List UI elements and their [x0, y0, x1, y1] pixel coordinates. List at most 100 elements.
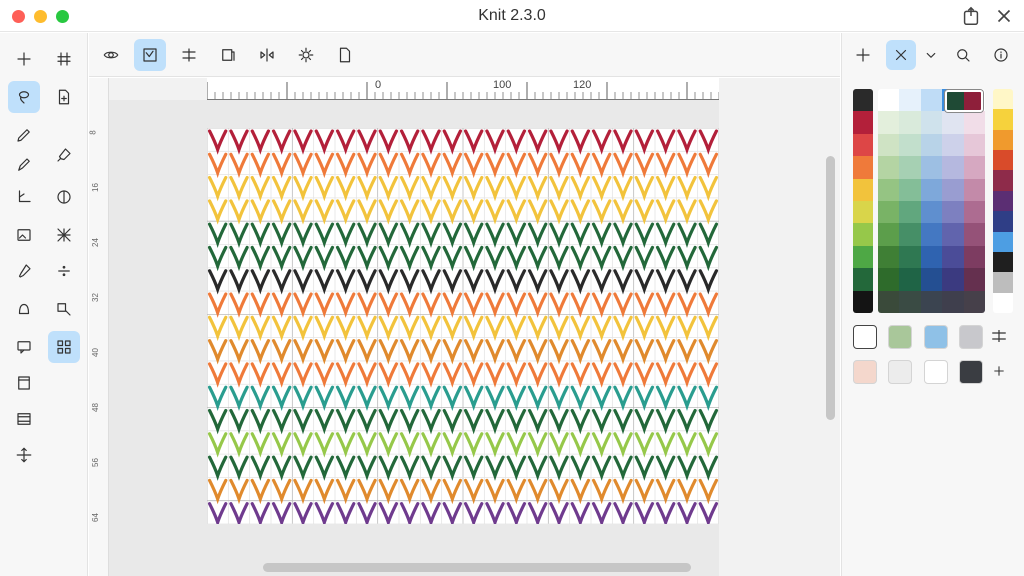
color-cell[interactable] [920, 133, 943, 157]
color-cell[interactable] [878, 111, 900, 134]
color-cell[interactable] [920, 156, 943, 179]
color-chip[interactable] [993, 251, 1013, 273]
color-cell[interactable] [920, 111, 943, 134]
divide-tool[interactable] [48, 255, 80, 287]
color-cell[interactable] [920, 268, 943, 291]
color-chip[interactable] [853, 200, 873, 224]
color-chip[interactable] [993, 190, 1013, 212]
color-cell[interactable] [920, 223, 943, 246]
color-cell[interactable] [920, 245, 943, 269]
color-chip[interactable] [853, 156, 873, 179]
color-cell[interactable] [899, 133, 921, 157]
color-swatch[interactable] [924, 360, 948, 384]
color-cell[interactable] [899, 89, 921, 112]
close-icon[interactable] [993, 5, 1015, 27]
color-cell[interactable] [920, 290, 943, 313]
eye-button[interactable] [95, 39, 127, 71]
color-cell[interactable] [878, 268, 900, 291]
color-cell[interactable] [878, 133, 900, 157]
color-cell[interactable] [878, 245, 900, 269]
move-arrows-tool[interactable] [8, 439, 40, 471]
color-cell[interactable] [963, 133, 985, 157]
color-swatch[interactable] [924, 325, 948, 349]
color-cell[interactable] [963, 245, 985, 269]
color-cell[interactable] [942, 178, 964, 201]
color-chip[interactable] [853, 223, 873, 246]
color-cell[interactable] [920, 200, 943, 224]
color-chip[interactable] [993, 129, 1013, 151]
angle-tool[interactable] [8, 181, 40, 213]
color-chip[interactable] [993, 109, 1013, 130]
contrast-tool[interactable] [48, 181, 80, 213]
color-cell[interactable] [899, 223, 921, 246]
lasso-tool[interactable] [8, 81, 40, 113]
color-chip[interactable] [853, 268, 873, 291]
color-cell[interactable] [920, 89, 943, 112]
color-chip[interactable] [853, 290, 873, 313]
dropper-tool[interactable] [8, 255, 40, 287]
color-cell[interactable] [942, 133, 964, 157]
color-chip[interactable] [993, 231, 1013, 252]
color-chip[interactable] [993, 292, 1013, 313]
chart-view-button[interactable] [134, 39, 166, 71]
color-chip[interactable] [853, 245, 873, 269]
color-chip[interactable] [993, 272, 1013, 293]
document-button[interactable] [329, 39, 361, 71]
brush-tool[interactable] [48, 139, 80, 171]
color-swatch[interactable] [959, 360, 983, 384]
color-swatch[interactable] [853, 325, 877, 349]
stitch-grid[interactable] [206, 127, 720, 528]
color-cell[interactable] [963, 200, 985, 224]
color-chip[interactable] [993, 89, 1013, 110]
info-button[interactable] [986, 40, 1016, 70]
flip-button[interactable] [251, 39, 283, 71]
color-swatch[interactable] [853, 360, 877, 384]
color-chip[interactable] [993, 150, 1013, 171]
color-cell[interactable] [942, 245, 964, 269]
color-chip[interactable] [853, 89, 873, 112]
color-cell[interactable] [963, 178, 985, 201]
add-swatch-icon[interactable] [987, 359, 1011, 383]
color-cell[interactable] [942, 290, 964, 313]
color-cell[interactable] [942, 156, 964, 179]
color-cell[interactable] [963, 156, 985, 179]
color-cell[interactable] [942, 111, 964, 134]
color-cell[interactable] [963, 223, 985, 246]
color-chip[interactable] [853, 133, 873, 157]
color-swatch[interactable] [888, 360, 912, 384]
color-cell[interactable] [963, 290, 985, 313]
color-cell[interactable] [899, 200, 921, 224]
split-button[interactable] [173, 39, 205, 71]
color-cell[interactable] [942, 223, 964, 246]
node-edit-tool[interactable] [48, 293, 80, 325]
color-cell[interactable] [942, 268, 964, 291]
color-cell[interactable] [878, 200, 900, 224]
add-page-tool[interactable] [48, 81, 80, 113]
add-button[interactable] [848, 40, 878, 70]
color-cell[interactable] [899, 178, 921, 201]
color-cell[interactable] [963, 111, 985, 134]
color-cell[interactable] [878, 223, 900, 246]
share-icon[interactable] [960, 5, 982, 27]
film-tool[interactable] [8, 403, 40, 435]
color-cell[interactable] [878, 290, 900, 313]
pencil-tool[interactable] [8, 149, 40, 181]
color-cell[interactable] [899, 268, 921, 291]
color-cell[interactable] [899, 111, 921, 134]
pattern-tool[interactable] [48, 219, 80, 251]
close-button[interactable] [886, 40, 916, 70]
color-cell[interactable] [899, 290, 921, 313]
comment-tool[interactable] [8, 331, 40, 363]
knit-chart[interactable] [206, 127, 720, 528]
bell-shape-tool[interactable] [8, 293, 40, 325]
color-cell[interactable] [942, 200, 964, 224]
color-grid[interactable] [878, 89, 985, 313]
zoom-button[interactable] [948, 40, 978, 70]
color-chip[interactable] [853, 111, 873, 134]
settings-cog-button[interactable] [290, 39, 322, 71]
color-cell[interactable] [899, 156, 921, 179]
color-strip-left[interactable] [853, 89, 873, 313]
adjust-icon[interactable] [987, 324, 1011, 348]
color-cell[interactable] [878, 178, 900, 201]
panel-top-tool[interactable] [8, 367, 40, 399]
